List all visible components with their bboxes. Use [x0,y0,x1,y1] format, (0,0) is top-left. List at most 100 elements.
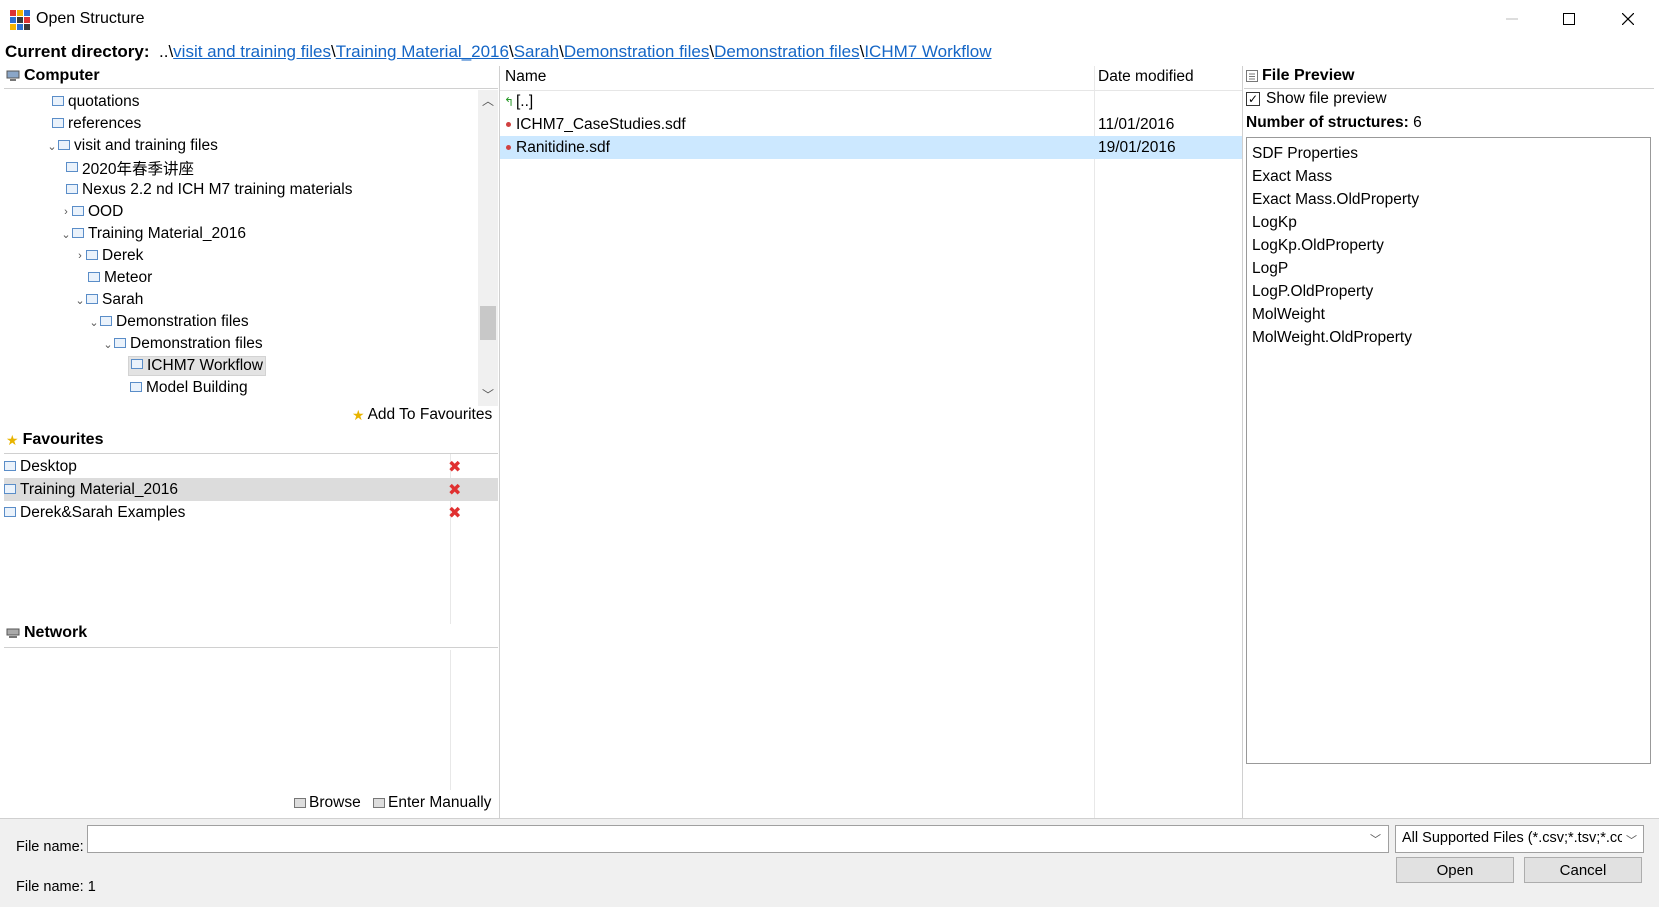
maximize-button[interactable] [1541,0,1597,38]
tree-item-training-material[interactable]: ⌄ Training Material_2016 [60,223,246,245]
tree-item-visit-and-training-files[interactable]: ⌄ visit and training files [46,135,218,157]
tree-item-demonstration-files-2[interactable]: ⌄ Demonstration files [102,333,263,355]
breadcrumb-sarah[interactable]: Sarah [514,42,559,61]
favourite-derek-sarah-examples[interactable]: Derek&Sarah Examples ✖ [4,501,498,524]
favourites-title: Favourites [22,431,104,448]
minimize-button[interactable] [1484,0,1540,38]
tree-item-ood[interactable]: › OOD [60,201,123,223]
cancel-button[interactable]: Cancel [1524,857,1642,883]
chevron-down-icon[interactable]: ﹀ [1370,831,1381,847]
breadcrumb-training-material[interactable]: Training Material_2016 [336,42,509,61]
chevron-down-icon[interactable]: ⌄ [74,294,86,307]
list-item: SDF Properties [1252,145,1358,162]
tree-item-demonstration-files[interactable]: ⌄ Demonstration files [88,311,248,333]
dialog-footer: File name: ﹀ All Supported Files (*.csv;… [0,818,1659,907]
file-date: 19/01/2016 [1098,138,1176,156]
tree-item-meteor[interactable]: Meteor [88,267,152,289]
browse-button[interactable]: Browse [294,794,361,812]
chevron-down-icon: ﹀ [1622,832,1637,848]
column-header-date-modified[interactable]: Date modified [1098,68,1194,86]
number-of-structures-label: Number of structures: [1246,114,1409,131]
file-row[interactable]: ICHM7_CaseStudies.sdf 11/01/2016 [500,113,1242,136]
tree-item-label: Demonstration files [130,335,263,352]
scroll-thumb[interactable] [480,306,496,340]
remove-favourite-icon[interactable]: ✖ [448,480,461,500]
open-button[interactable]: Open [1396,857,1514,883]
favourite-label: Derek&Sarah Examples [20,503,186,521]
add-to-favourites-button[interactable]: ★ Add To Favourites [352,406,492,424]
file-row-parent[interactable]: ↰ [..] [500,90,1242,113]
list-item: LogKp.OldProperty [1252,237,1384,254]
star-icon: ★ [6,431,19,448]
scroll-up-arrow-icon[interactable]: ︿ [478,90,498,110]
file-name: Ranitidine.sdf [516,138,610,156]
tree-item-label: references [68,115,142,132]
sdf-properties-list: SDF Properties Exact Mass Exact Mass.Old… [1246,137,1651,764]
tree-item-quotations[interactable]: quotations [52,91,140,113]
current-directory-label: Current directory: [5,42,150,61]
folder-icon [72,228,84,238]
title-bar: Open Structure [0,0,1659,38]
chevron-down-icon[interactable]: ⌄ [102,338,114,351]
tree-item-derek[interactable]: › Derek [74,245,143,267]
breadcrumb-demonstration-files[interactable]: Demonstration files [564,42,710,61]
file-preview-header: File Preview [1246,67,1355,85]
show-file-preview-toggle[interactable]: ✓ Show file preview [1246,90,1387,108]
chevron-down-icon[interactable]: ⌄ [60,228,72,241]
favourite-desktop[interactable]: Desktop ✖ [4,455,498,478]
folder-icon [58,140,70,150]
folder-icon [114,338,126,348]
chevron-right-icon[interactable]: › [74,250,86,262]
star-add-icon: ★ [352,406,365,423]
file-name: [..] [516,92,534,110]
sdf-file-icon [506,145,511,150]
tree-item-label: Derek [102,247,144,264]
enter-manually-button[interactable]: Enter Manually [373,794,491,812]
list-item: LogKp [1252,214,1297,231]
remove-favourite-icon[interactable]: ✖ [448,503,461,523]
chevron-right-icon[interactable]: › [60,206,72,218]
tree-item-label: visit and training files [74,137,218,154]
tree-item-references[interactable]: references [52,113,141,135]
app-logo-icon [10,10,30,30]
computer-header: Computer [6,67,100,85]
folder-icon [4,483,16,494]
file-type-select[interactable]: All Supported Files (*.csv;*.tsv;*.co ﹀ [1395,825,1644,853]
column-header-name[interactable]: Name [505,68,546,86]
folder-tree: quotations references ⌄ visit and trainin… [4,90,480,406]
file-name-input[interactable] [87,825,1389,853]
file-date: 11/01/2016 [1098,115,1175,133]
parent-folder-icon: ↰ [504,94,515,109]
close-button[interactable] [1600,0,1656,38]
favourite-training-material[interactable]: Training Material_2016 ✖ [4,478,498,501]
tree-item-nexus-training[interactable]: Nexus 2.2 nd ICH M7 training materials [66,179,353,201]
chevron-down-icon[interactable]: ⌄ [88,316,100,329]
tree-item-selection: ICHM7 Workflow [128,356,266,376]
tree-item-sarah[interactable]: ⌄ Sarah [74,289,143,311]
tree-scrollbar[interactable]: ︿ ﹀ [478,90,498,406]
folder-icon [4,460,16,471]
folder-icon [86,294,98,304]
network-column-divider [450,650,451,790]
browse-label: Browse [309,794,361,811]
tree-item-label: quotations [68,93,140,110]
computer-icon [6,70,20,81]
show-file-preview-checkbox[interactable]: ✓ [1246,92,1260,106]
preview-icon [1246,70,1258,82]
tree-item-model-building[interactable]: Model Building [130,377,248,399]
remove-favourite-icon[interactable]: ✖ [448,457,461,477]
folder-icon [130,382,142,392]
file-type-value: All Supported Files (*.csv;*.tsv;*.co [1402,830,1626,846]
folder-icon [131,359,143,369]
network-header: Network [6,624,87,642]
chevron-down-icon[interactable]: ⌄ [46,140,58,153]
tree-item-ichm7-workflow[interactable]: ICHM7 Workflow [128,355,266,377]
list-item: Exact Mass [1252,168,1333,185]
breadcrumb-demonstration-files-2[interactable]: Demonstration files [714,42,860,61]
scroll-down-arrow-icon[interactable]: ﹀ [478,384,498,404]
breadcrumb-visit-and-training-files[interactable]: visit and training files [173,42,331,61]
breadcrumb-ichm7-workflow[interactable]: ICHM7 Workflow [864,42,991,61]
folder-icon [52,118,64,128]
file-row-selected[interactable]: Ranitidine.sdf 19/01/2016 [500,136,1242,159]
tree-item-2020-lectures[interactable]: 2020年春季讲座 [66,157,194,179]
